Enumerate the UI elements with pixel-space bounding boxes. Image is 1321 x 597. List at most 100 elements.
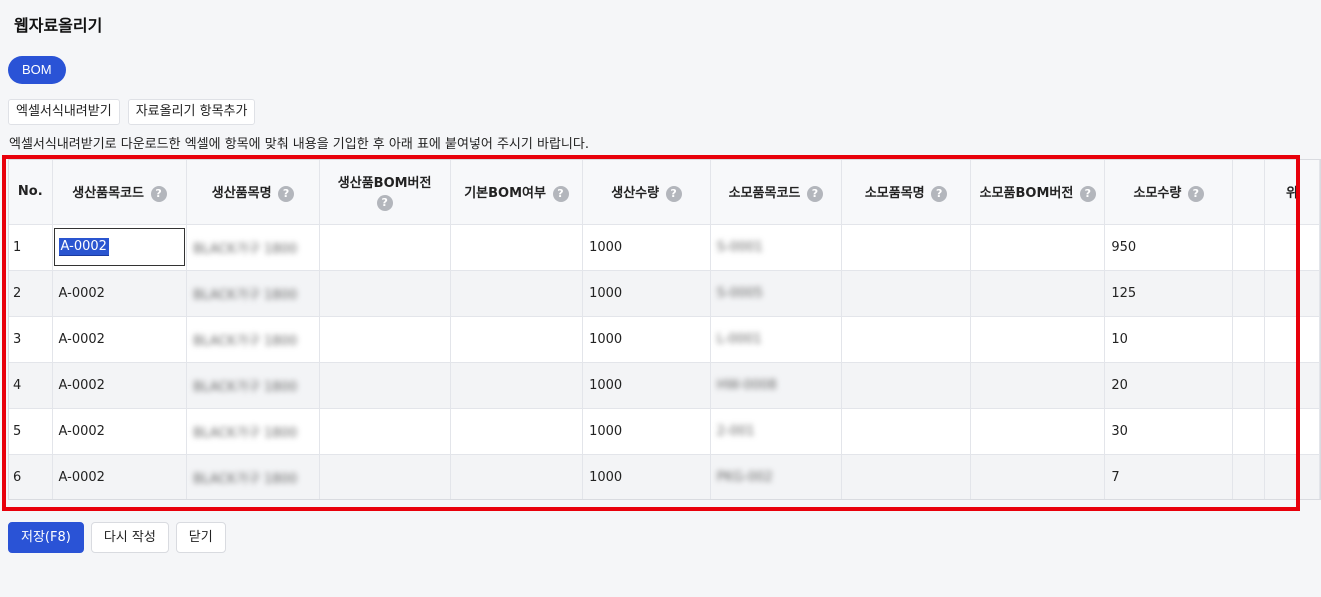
guide-text: 엑셀서식내려받기로 다운로드한 엑셀에 항목에 맞춰 내용을 기입한 후 아래 … [9, 137, 589, 152]
default-bom-cell[interactable] [450, 316, 584, 363]
prod-name-cell[interactable]: BLACK가구 1800 [186, 408, 320, 455]
close-button[interactable]: 닫기 [175, 522, 226, 553]
table-row: 3 A-0002 BLACK가구 1800 1000 L-0001 10 [9, 316, 1320, 363]
help-icon[interactable]: ? [665, 185, 682, 202]
help-icon[interactable]: ? [552, 185, 569, 202]
cons-code-cell[interactable]: S-0005 [710, 270, 842, 317]
cons-qty-cell[interactable]: 10 [1104, 316, 1233, 363]
add-field-button[interactable]: 자료올리기 항목추가 [127, 99, 256, 125]
cons-bom-ver-cell[interactable] [970, 362, 1106, 409]
cons-bom-ver-cell[interactable] [970, 454, 1106, 499]
upload-grid: No. 생산품목코드 ? 생산품목명 ? 생산품BOM버전? 기본BOM여부 ?… [8, 159, 1321, 500]
prod-name-cell[interactable]: BLACK가구 1800 [186, 316, 320, 363]
cons-bom-ver-cell[interactable] [970, 270, 1106, 317]
help-icon[interactable]: ? [376, 195, 393, 212]
prod-qty-cell[interactable]: 1000 [582, 224, 711, 271]
prod-qty-cell[interactable]: 1000 [582, 270, 711, 317]
prod-qty-cell[interactable]: 1000 [582, 362, 711, 409]
extra-cell[interactable] [1232, 362, 1265, 409]
cons-bom-ver-cell[interactable] [970, 316, 1106, 363]
download-template-button[interactable]: 엑셀서식내려받기 [8, 99, 120, 125]
prod-code-cell[interactable]: A-0002 [52, 454, 188, 499]
prod-name-cell[interactable]: BLACK가구 1800 [186, 270, 320, 317]
cons-name-cell[interactable] [841, 270, 972, 317]
location-cell[interactable] [1264, 408, 1320, 455]
default-bom-cell[interactable] [450, 408, 584, 455]
help-icon[interactable]: ? [1079, 185, 1096, 202]
location-cell[interactable] [1264, 270, 1320, 317]
cons-qty-cell[interactable]: 950 [1104, 224, 1233, 271]
cons-code-cell[interactable]: L-0001 [710, 316, 842, 363]
cons-bom-ver-cell[interactable] [970, 408, 1106, 455]
prod-bom-ver-cell[interactable] [319, 224, 451, 271]
prod-bom-ver-cell[interactable] [319, 408, 451, 455]
prod-name-cell[interactable]: BLACK가구 1800 [186, 454, 320, 499]
location-cell[interactable] [1264, 224, 1320, 271]
row-no: 4 [9, 362, 53, 409]
header-prod-qty[interactable]: 생산수량 ? [582, 160, 711, 225]
cons-qty-cell[interactable]: 30 [1104, 408, 1233, 455]
prod-name-cell[interactable]: BLACK가구 1800 [186, 224, 320, 271]
prod-bom-ver-cell[interactable] [319, 454, 451, 499]
header-cons-name[interactable]: 소모품목명 ? [841, 160, 972, 225]
prod-qty-cell[interactable]: 1000 [582, 454, 711, 499]
help-icon[interactable]: ? [1187, 185, 1204, 202]
extra-cell[interactable] [1232, 454, 1265, 499]
header-default-bom[interactable]: 기본BOM여부 ? [450, 160, 584, 225]
table-row: 5 A-0002 BLACK가구 1800 1000 2-001 30 [9, 408, 1320, 455]
prod-code-cell[interactable]: A-0002 [52, 270, 188, 317]
extra-cell[interactable] [1232, 224, 1265, 271]
default-bom-cell[interactable] [450, 270, 584, 317]
help-icon[interactable]: ? [806, 185, 823, 202]
prod-bom-ver-cell[interactable] [319, 316, 451, 363]
cons-qty-cell[interactable]: 125 [1104, 270, 1233, 317]
default-bom-cell[interactable] [450, 362, 584, 409]
header-cons-qty[interactable]: 소모수량 ? [1104, 160, 1233, 225]
cons-code-cell[interactable]: S-0001 [710, 224, 842, 271]
default-bom-cell[interactable] [450, 224, 584, 271]
help-icon[interactable]: ? [150, 185, 167, 202]
prod-code-cell[interactable]: A-0002 [52, 316, 188, 363]
location-cell[interactable] [1264, 454, 1320, 499]
cons-code-cell[interactable]: HW-0008 [710, 362, 842, 409]
cons-bom-ver-cell[interactable] [970, 224, 1106, 271]
prod-code-cell[interactable]: A-0002 [52, 362, 188, 409]
help-icon[interactable]: ? [931, 185, 948, 202]
cons-name-cell[interactable] [841, 224, 972, 271]
header-cons-bom-ver[interactable]: 소모품BOM버전 ? [970, 160, 1106, 225]
row-no: 6 [9, 454, 53, 499]
prod-code-cell[interactable]: A-0002 [52, 408, 188, 455]
prod-code-cell[interactable]: A-0002 [52, 224, 188, 271]
row-no: 5 [9, 408, 53, 455]
cons-code-cell[interactable]: PKG-002 [710, 454, 842, 499]
location-cell[interactable] [1264, 316, 1320, 363]
header-prod-bom-ver[interactable]: 생산품BOM버전? [319, 160, 451, 225]
default-bom-cell[interactable] [450, 454, 584, 499]
prod-qty-cell[interactable]: 1000 [582, 408, 711, 455]
extra-cell[interactable] [1232, 316, 1265, 363]
cons-name-cell[interactable] [841, 408, 972, 455]
prod-bom-ver-cell[interactable] [319, 362, 451, 409]
location-cell[interactable] [1264, 362, 1320, 409]
table-row: 6 A-0002 BLACK가구 1800 1000 PKG-002 7 [9, 454, 1320, 499]
help-icon[interactable]: ? [278, 185, 295, 202]
cons-name-cell[interactable] [841, 454, 972, 499]
header-prod-name[interactable]: 생산품목명 ? [186, 160, 320, 225]
row-no: 1 [9, 224, 53, 271]
save-button[interactable]: 저장(F8) [8, 522, 84, 553]
cons-code-cell[interactable]: 2-001 [710, 408, 842, 455]
tab-bom[interactable]: BOM [8, 56, 66, 84]
prod-name-cell[interactable]: BLACK가구 1800 [186, 362, 320, 409]
rewrite-button[interactable]: 다시 작성 [90, 522, 169, 553]
cell-editor-input[interactable]: A-0002 [53, 228, 185, 266]
extra-cell[interactable] [1232, 270, 1265, 317]
prod-qty-cell[interactable]: 1000 [582, 316, 711, 363]
cons-qty-cell[interactable]: 20 [1104, 362, 1233, 409]
cons-name-cell[interactable] [841, 362, 972, 409]
cons-qty-cell[interactable]: 7 [1104, 454, 1233, 499]
prod-bom-ver-cell[interactable] [319, 270, 451, 317]
extra-cell[interactable] [1232, 408, 1265, 455]
header-cons-code[interactable]: 소모품목코드 ? [710, 160, 842, 225]
header-prod-code[interactable]: 생산품목코드 ? [52, 160, 188, 225]
cons-name-cell[interactable] [841, 316, 972, 363]
